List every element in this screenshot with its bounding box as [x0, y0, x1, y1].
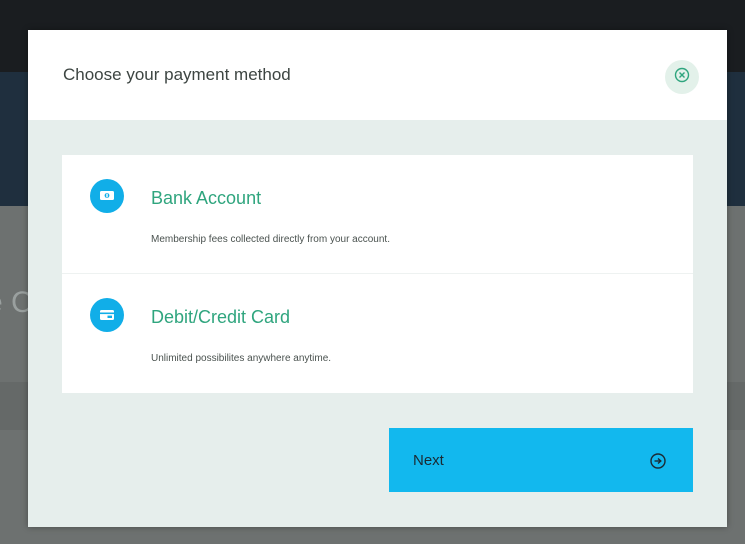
payment-options-list: Bank Account Membership fees collected d… [62, 155, 693, 393]
arrow-right-circle-icon [649, 452, 667, 470]
dialog-title: Choose your payment method [63, 65, 291, 84]
page: e C Choose your payment method [0, 0, 745, 544]
option-description: Membership fees collected directly from … [151, 234, 390, 245]
close-button[interactable] [665, 60, 699, 94]
close-circle-icon [674, 67, 690, 88]
card-icon [90, 298, 124, 332]
payment-method-dialog: Choose your payment method Bank Account … [28, 30, 727, 527]
dialog-header: Choose your payment method [28, 30, 727, 120]
option-title: Bank Account [151, 188, 262, 208]
option-title: Debit/Credit Card [151, 307, 291, 327]
next-button[interactable]: Next [389, 428, 693, 492]
next-button-label: Next [413, 452, 444, 469]
bank-icon [90, 179, 124, 213]
option-description: Unlimited possibilites anywhere anytime. [151, 353, 332, 364]
option-debit-credit-card[interactable]: Debit/Credit Card Unlimited possibilites… [62, 274, 693, 392]
option-bank-account[interactable]: Bank Account Membership fees collected d… [62, 155, 693, 274]
